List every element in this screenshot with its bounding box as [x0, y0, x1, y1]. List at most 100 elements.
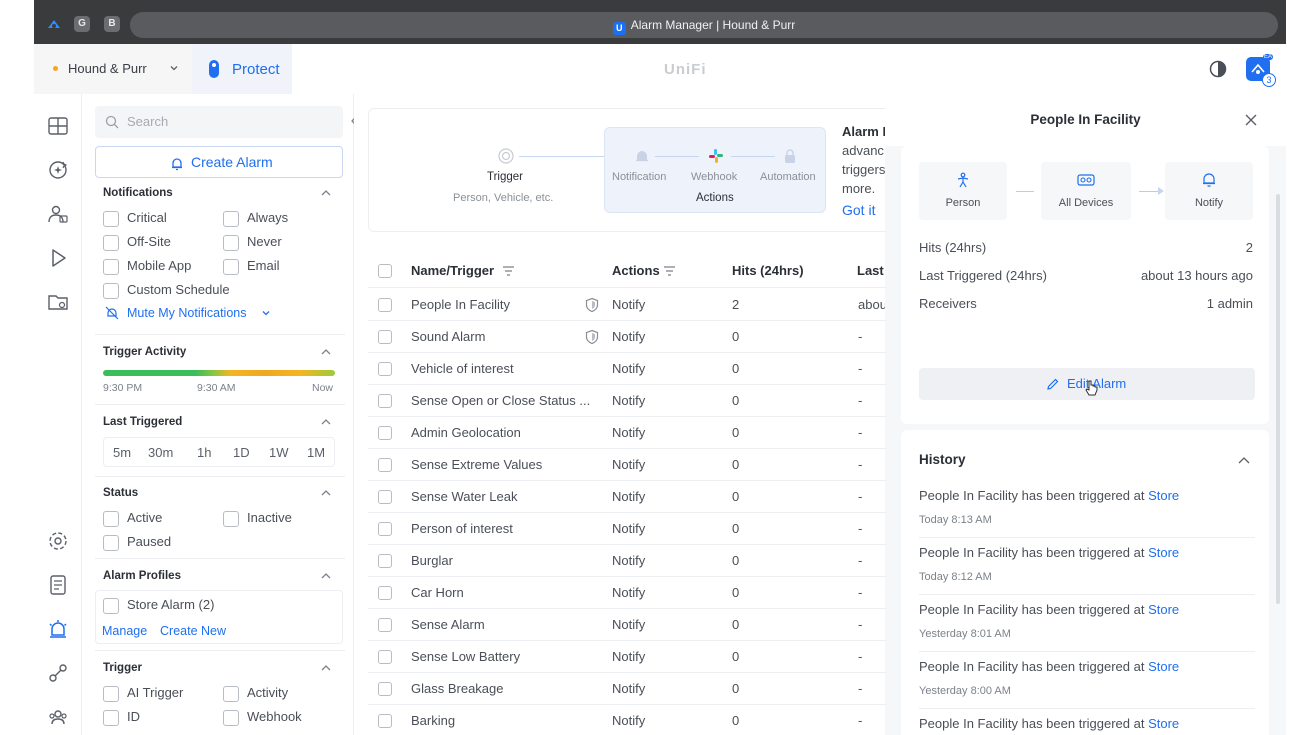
row-checkbox[interactable] — [378, 618, 392, 632]
table-row[interactable]: Barking Notify 0 - — [368, 705, 888, 735]
checkbox-store-alarm[interactable]: Store Alarm (2) — [103, 597, 214, 615]
trigger-activity-bar[interactable] — [103, 370, 335, 376]
system-log-icon[interactable] — [46, 573, 70, 597]
tab-g-icon[interactable]: G — [74, 16, 90, 32]
ai-insights-icon[interactable] — [46, 158, 70, 182]
table-row[interactable]: Sense Low Battery Notify 0 - — [368, 641, 888, 673]
history-location-link[interactable]: Store — [1148, 659, 1179, 674]
checkbox-mobile-app[interactable]: Mobile App — [103, 258, 191, 276]
row-checkbox[interactable] — [378, 554, 392, 568]
checkbox-always[interactable]: Always — [223, 210, 288, 228]
col-actions[interactable]: Actions — [612, 263, 660, 278]
checkbox-off-site[interactable]: Off-Site — [103, 234, 171, 252]
site-selector[interactable]: Hound & Purr — [34, 44, 192, 94]
range-5m[interactable]: 5m — [113, 445, 131, 460]
filter-icon[interactable] — [663, 265, 676, 277]
chevron-down-icon — [261, 308, 271, 318]
row-checkbox[interactable] — [378, 490, 392, 504]
history-location-link[interactable]: Store — [1148, 488, 1179, 503]
integrations-icon[interactable] — [46, 661, 70, 685]
chevron-up-icon[interactable] — [320, 570, 332, 582]
filter-icon[interactable] — [502, 265, 515, 277]
checkbox-never[interactable]: Never — [223, 234, 282, 252]
select-all-checkbox[interactable] — [378, 264, 392, 278]
checkbox-active[interactable]: Active — [103, 510, 162, 528]
table-row[interactable]: Sense Open or Close Status ... Notify 0 - — [368, 385, 888, 417]
history-location-link[interactable]: Store — [1148, 602, 1179, 617]
checkbox-id[interactable]: ID — [103, 709, 140, 727]
detections-icon[interactable] — [46, 202, 70, 226]
table-row[interactable]: Car Horn Notify 0 - — [368, 577, 888, 609]
range-1h[interactable]: 1h — [197, 445, 211, 460]
checkbox-paused[interactable]: Paused — [103, 534, 171, 552]
tab-b-icon[interactable]: B — [104, 16, 120, 32]
table-row[interactable]: Sense Extreme Values Notify 0 - — [368, 449, 888, 481]
manage-link[interactable]: Manage — [102, 624, 147, 638]
chevron-up-icon[interactable] — [320, 662, 332, 674]
range-1d[interactable]: 1D — [233, 445, 250, 460]
alarm-hits: 2 — [732, 297, 740, 312]
users-icon[interactable] — [46, 705, 70, 729]
alarm-manager-icon[interactable] — [46, 617, 70, 641]
row-checkbox[interactable] — [378, 394, 392, 408]
col-name-trigger[interactable]: Name/Trigger — [411, 263, 494, 278]
range-30m[interactable]: 30m — [148, 445, 173, 460]
row-checkbox[interactable] — [378, 650, 392, 664]
chevron-up-icon[interactable] — [320, 487, 332, 499]
address-bar[interactable]: U Alarm Manager | Hound & Purr — [130, 12, 1278, 38]
table-row[interactable]: Person of interest Notify 0 - — [368, 513, 888, 545]
table-row[interactable]: People In Facility Notify 2 abou — [368, 289, 888, 321]
search-box[interactable]: Search — [95, 106, 343, 138]
row-checkbox[interactable] — [378, 682, 392, 696]
table-row[interactable]: Sense Water Leak Notify 0 - — [368, 481, 888, 513]
dashboard-icon[interactable] — [46, 114, 70, 138]
last-triggered-value: about 13 hours ago — [1140, 268, 1253, 283]
table-row[interactable]: Admin Geolocation Notify 0 - — [368, 417, 888, 449]
col-last[interactable]: Last — [857, 263, 884, 278]
row-checkbox[interactable] — [378, 330, 392, 344]
checkbox-custom-schedule[interactable]: Custom Schedule — [103, 282, 230, 300]
early-access-button[interactable]: EA 3 — [1246, 54, 1276, 87]
row-checkbox[interactable] — [378, 426, 392, 440]
create-new-link[interactable]: Create New — [160, 624, 226, 638]
checkbox-inactive[interactable]: Inactive — [223, 510, 292, 528]
checkbox-activity[interactable]: Activity — [223, 685, 288, 703]
col-hits[interactable]: Hits (24hrs) — [732, 263, 804, 278]
row-checkbox[interactable] — [378, 298, 392, 312]
chevron-up-icon[interactable] — [320, 187, 332, 199]
create-alarm-button[interactable]: Create Alarm — [95, 146, 343, 178]
checkbox-critical[interactable]: Critical — [103, 210, 167, 228]
folder-icon[interactable] — [46, 290, 70, 314]
row-checkbox[interactable] — [378, 458, 392, 472]
table-row[interactable]: Burglar Notify 0 - — [368, 545, 888, 577]
checkbox-webhook[interactable]: Webhook — [223, 709, 302, 727]
scrollbar[interactable] — [1276, 194, 1280, 604]
table-row[interactable]: Sense Alarm Notify 0 - — [368, 609, 888, 641]
checkbox-email[interactable]: Email — [223, 258, 280, 276]
chevron-up-icon[interactable] — [320, 416, 332, 428]
unifi-tab-icon[interactable] — [46, 16, 62, 32]
mute-notifications-button[interactable]: Mute My Notifications — [103, 304, 283, 324]
history-location-link[interactable]: Store — [1148, 545, 1179, 560]
checkbox-ai-trigger[interactable]: AI Trigger — [103, 685, 183, 703]
row-checkbox[interactable] — [378, 586, 392, 600]
table-row[interactable]: Sound Alarm Notify 0 - — [368, 321, 888, 353]
chevron-up-icon[interactable] — [320, 346, 332, 358]
row-checkbox[interactable] — [378, 522, 392, 536]
row-checkbox[interactable] — [378, 714, 392, 728]
settings-gear-icon[interactable] — [46, 529, 70, 553]
tab-protect[interactable]: Protect — [192, 44, 292, 94]
range-1w[interactable]: 1W — [269, 445, 289, 460]
alarm-list: Trigger Person, Vehicle, etc. Notificati… — [354, 94, 898, 735]
alarm-hits: 0 — [732, 681, 740, 696]
history-location-link[interactable]: Store — [1148, 716, 1179, 731]
play-icon[interactable] — [46, 246, 70, 270]
theme-toggle-icon[interactable] — [1209, 60, 1227, 78]
got-it-link[interactable]: Got it — [842, 202, 875, 218]
table-row[interactable]: Vehicle of interest Notify 0 - — [368, 353, 888, 385]
close-icon[interactable] — [1245, 114, 1257, 126]
table-row[interactable]: Glass Breakage Notify 0 - — [368, 673, 888, 705]
range-1m[interactable]: 1M — [307, 445, 325, 460]
chevron-up-icon[interactable] — [1237, 454, 1251, 466]
row-checkbox[interactable] — [378, 362, 392, 376]
